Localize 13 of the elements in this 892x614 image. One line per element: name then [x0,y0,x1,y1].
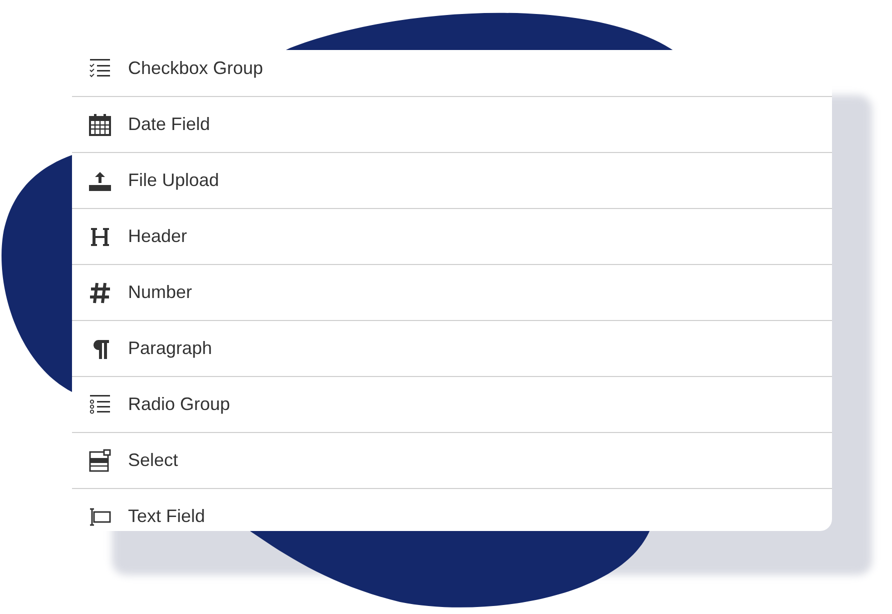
hash-icon [88,280,112,304]
field-type-item[interactable]: Radio Group [72,377,832,433]
field-type-item[interactable]: Checkbox Group [72,50,832,97]
field-type-item[interactable]: Number [72,265,832,321]
field-type-item[interactable]: Header [72,209,832,265]
calendar-icon [88,112,112,136]
field-type-item[interactable]: Paragraph [72,321,832,377]
field-type-item[interactable]: Date Field [72,97,832,153]
field-type-item[interactable]: Select [72,433,832,489]
field-type-item[interactable]: Text Field [72,489,832,531]
field-type-item[interactable]: File Upload [72,153,832,209]
radio-list-icon [88,392,112,416]
dropdown-icon [88,448,112,472]
